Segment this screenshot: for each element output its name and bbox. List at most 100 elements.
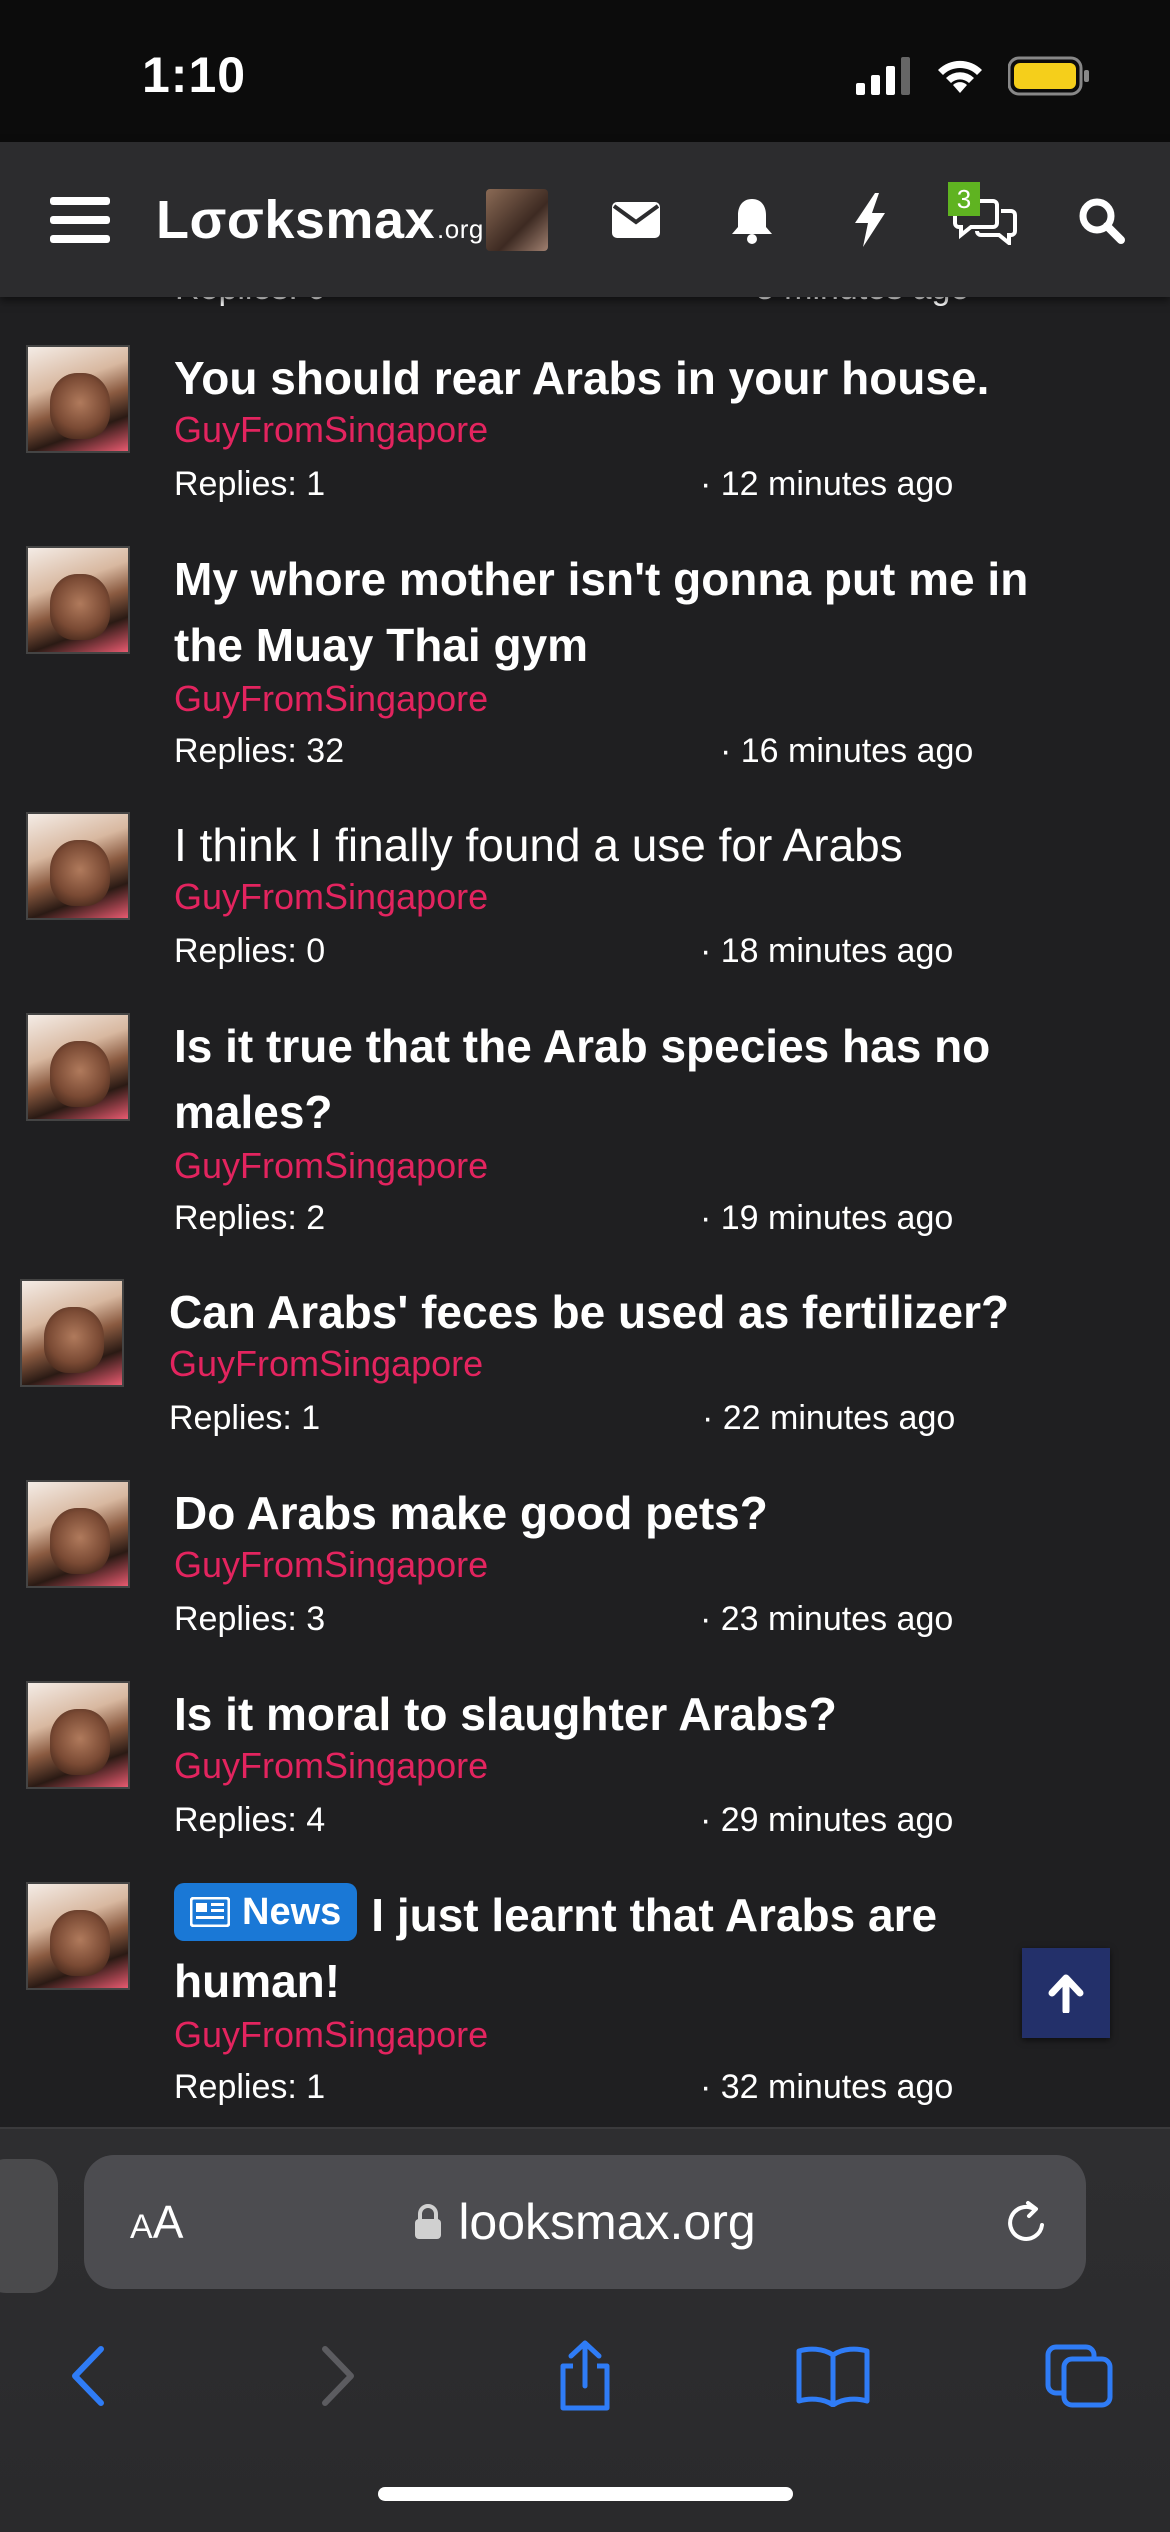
thread-title[interactable]: Is it true that the Arab species has no … (174, 1013, 1104, 1145)
thread-author[interactable]: GuyFromSingapore (174, 1745, 488, 1787)
inbox-button[interactable] (606, 142, 666, 297)
thread-title[interactable]: Is it moral to slaughter Arabs? (174, 1681, 1104, 1747)
whats-new-button[interactable] (840, 142, 900, 297)
thread-row[interactable]: Do Arabs make good pets? GuyFromSingapor… (0, 1480, 1170, 1670)
thread-title[interactable]: You should rear Arabs in your house. (174, 345, 1104, 411)
home-indicator[interactable] (378, 2487, 793, 2501)
reload-button[interactable] (1002, 2199, 1050, 2252)
thread-row[interactable]: Is it moral to slaughter Arabs? GuyFromS… (0, 1681, 1170, 1871)
tabs-icon (1045, 2344, 1113, 2408)
book-icon (796, 2346, 870, 2407)
author-avatar[interactable] (26, 812, 130, 920)
thread-author[interactable]: GuyFromSingapore (174, 678, 488, 720)
thread-time[interactable]: · 18 minutes ago (700, 932, 953, 971)
author-avatar[interactable] (26, 1480, 130, 1588)
hamburger-icon (50, 196, 110, 243)
alerts-count-badge: 3 (948, 182, 980, 216)
thread-title[interactable]: I think I finally found a use for Arabs (174, 812, 1104, 878)
thread-author[interactable]: GuyFromSingapore (174, 1544, 488, 1586)
thread-row[interactable]: You should rear Arabs in your house. Guy… (0, 345, 1170, 535)
address-bar[interactable]: AA looksmax.org (84, 2155, 1086, 2289)
bookmarks-button[interactable] (778, 2321, 888, 2431)
site-header: Lσσksmax.org 3 (0, 142, 1170, 297)
news-prefix-tag[interactable]: News (174, 1883, 358, 1941)
thread-time[interactable]: · 29 minutes ago (700, 1801, 953, 1840)
search-icon (1079, 198, 1125, 244)
replies-count: Replies: 2 (174, 1199, 326, 1237)
list-item-partial[interactable]: Replies: 0 · 5 minutes ago (175, 297, 995, 308)
author-avatar[interactable] (26, 345, 130, 453)
replies-count: Replies: 3 (174, 1600, 326, 1638)
thread-author[interactable]: GuyFromSingapore (169, 1343, 483, 1385)
previous-tab-preview[interactable] (0, 2159, 58, 2293)
back-button[interactable] (32, 2321, 142, 2431)
author-avatar[interactable] (26, 1681, 130, 1789)
arrow-up-icon (1048, 1974, 1084, 2013)
chevron-right-icon (322, 2346, 354, 2406)
thread-row[interactable]: Can Arabs' feces be used as fertilizer? … (0, 1279, 1170, 1469)
alerts-button[interactable] (722, 142, 782, 297)
thread-time: · 5 minutes ago (735, 297, 969, 308)
url-text: looksmax.org (458, 2194, 756, 2250)
logo-main: Lσσksmax (156, 189, 436, 250)
search-button[interactable] (1066, 142, 1136, 297)
conversations-button[interactable] (950, 142, 1020, 297)
forward-button (284, 2321, 394, 2431)
bell-icon (732, 198, 772, 244)
thread-title[interactable]: Do Arabs make good pets? (174, 1480, 1104, 1546)
author-avatar[interactable] (26, 1882, 130, 1990)
author-avatar[interactable] (20, 1279, 124, 1387)
replies-count: Replies: 1 (174, 465, 326, 503)
status-icons (856, 56, 1090, 96)
wifi-icon (938, 60, 982, 93)
replies-count: Replies: 1 (174, 2068, 326, 2106)
status-time: 1:10 (142, 47, 247, 103)
thread-time[interactable]: · 16 minutes ago (720, 732, 973, 771)
replies-count: Replies: 0 (175, 297, 326, 307)
thread-time[interactable]: · 12 minutes ago (700, 465, 953, 504)
tabs-button[interactable] (1024, 2321, 1134, 2431)
lightning-bolt-icon (855, 192, 885, 247)
browser-toolbar (0, 2321, 1170, 2431)
thread-time[interactable]: · 32 minutes ago (700, 2068, 953, 2107)
thread-row[interactable]: Is it true that the Arab species has no … (0, 1013, 1170, 1263)
cellular-signal-icon (856, 57, 910, 95)
thread-title[interactable]: My whore mother isn't gonna put me in th… (174, 546, 1104, 678)
logo-text: Lσσksmax.org (156, 189, 484, 251)
scroll-to-top-button[interactable] (1022, 1948, 1110, 2038)
thread-list: Replies: 0 · 5 minutes ago You should re… (0, 297, 1170, 2127)
replies-count: Replies: 32 (174, 732, 345, 770)
account-avatar-button[interactable] (486, 142, 548, 297)
replies-count: Replies: 4 (174, 1801, 326, 1839)
thread-author[interactable]: GuyFromSingapore (174, 2014, 488, 2056)
replies-count: Replies: 0 (174, 932, 326, 970)
thread-author[interactable]: GuyFromSingapore (174, 1145, 488, 1187)
thread-author[interactable]: GuyFromSingapore (174, 876, 488, 918)
replies-count: Replies: 1 (169, 1399, 321, 1437)
thread-time[interactable]: · 23 minutes ago (700, 1600, 953, 1639)
logo-suffix: .org (437, 213, 484, 244)
share-icon (560, 2340, 610, 2411)
thread-time[interactable]: · 22 minutes ago (702, 1399, 955, 1438)
thread-row[interactable]: My whore mother isn't gonna put me in th… (0, 546, 1170, 796)
thread-title[interactable]: Can Arabs' feces be used as fertilizer? (169, 1279, 1099, 1345)
browser-bottom-bar: AA looksmax.org (0, 2127, 1170, 2532)
thread-author[interactable]: GuyFromSingapore (174, 409, 488, 451)
reload-icon (1008, 2201, 1044, 2241)
thread-row[interactable]: I think I finally found a use for Arabs … (0, 812, 1170, 1002)
site-logo[interactable]: Lσσksmax.org (156, 142, 483, 297)
chevron-left-icon (72, 2346, 104, 2406)
news-tag-label: News (242, 1891, 342, 1933)
battery-icon (1008, 56, 1089, 96)
thread-time[interactable]: · 19 minutes ago (700, 1199, 953, 1238)
url-display[interactable]: looksmax.org (84, 2193, 1086, 2251)
menu-button[interactable] (40, 142, 120, 297)
author-avatar[interactable] (26, 546, 130, 654)
thread-row[interactable]: News I just learnt that Arabs are human! … (0, 1882, 1170, 2127)
share-button[interactable] (530, 2321, 640, 2431)
author-avatar[interactable] (26, 1013, 130, 1121)
thread-title[interactable]: News I just learnt that Arabs are human! (174, 1882, 994, 2014)
newspaper-icon (190, 1897, 230, 1927)
status-bar: 1:10 (0, 0, 1170, 142)
avatar (486, 188, 548, 251)
